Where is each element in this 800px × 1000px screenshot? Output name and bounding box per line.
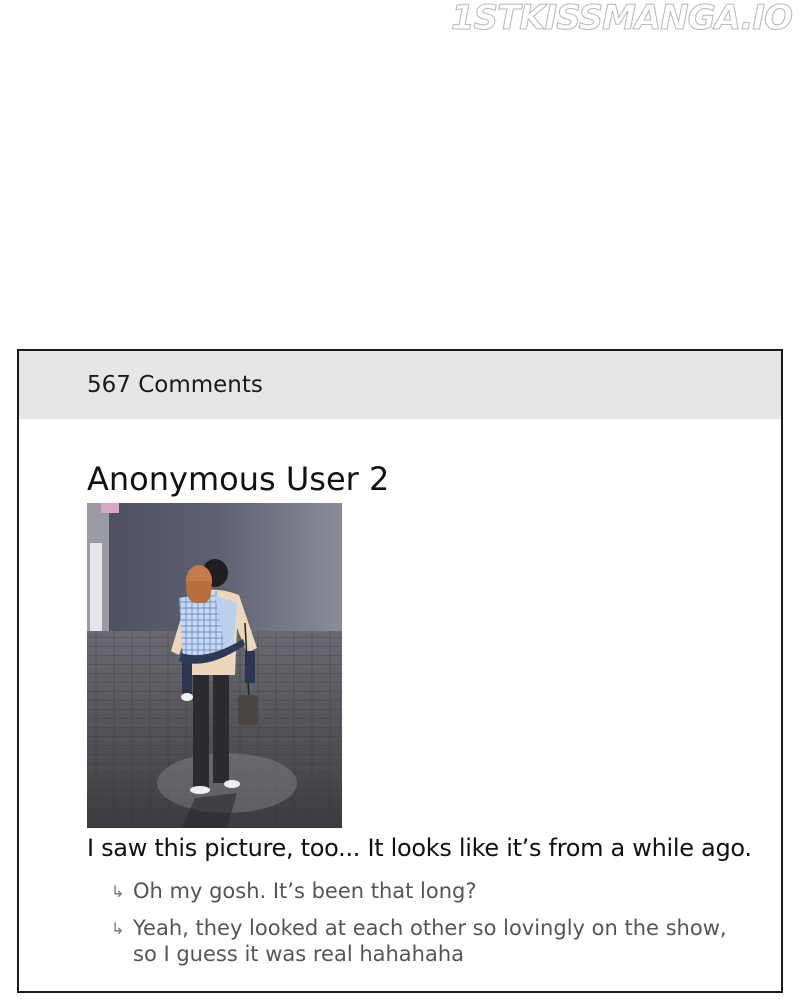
reply-arrow-icon: ↳ bbox=[111, 882, 125, 901]
reply-item: ↳ Oh my gosh. It’s been that long? bbox=[111, 878, 769, 905]
comment-count: 567 Comments bbox=[87, 372, 263, 398]
replies: ↳ Oh my gosh. It’s been that long? ↳ Yea… bbox=[87, 878, 769, 967]
comments-header: 567 Comments bbox=[19, 351, 781, 419]
comment-text: I saw this picture, too... It looks like… bbox=[87, 834, 752, 862]
reply-text: Yeah, they looked at each other so lovin… bbox=[133, 916, 727, 966]
reply-arrow-icon: ↳ bbox=[111, 919, 125, 938]
watermark: 1STKISSMANGA.IO bbox=[450, 0, 793, 39]
reply-text: Oh my gosh. It’s been that long? bbox=[133, 879, 477, 903]
comment: Anonymous User 2 I saw this picture, too… bbox=[87, 459, 769, 977]
couple-walking-photo bbox=[87, 503, 342, 828]
reply-item: ↳ Yeah, they looked at each other so lov… bbox=[111, 915, 769, 967]
comments-panel: 567 Comments Anonymous User 2 I saw this… bbox=[17, 349, 783, 993]
comment-username: Anonymous User 2 bbox=[87, 460, 390, 498]
